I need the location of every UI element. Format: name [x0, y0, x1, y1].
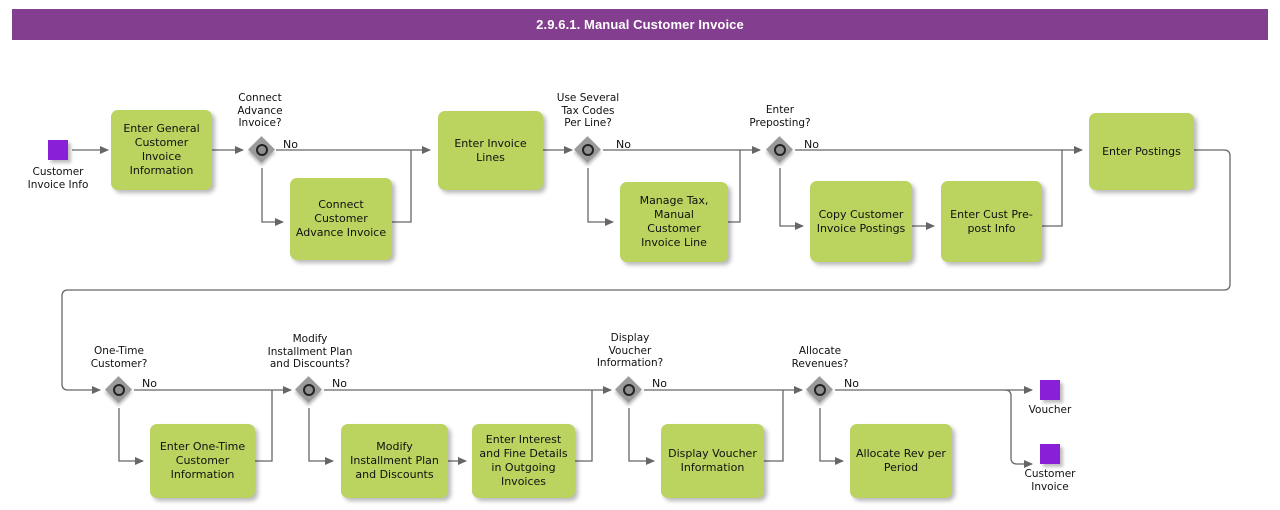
gateway-use-several-tax-codes-per-line[interactable] — [574, 136, 601, 163]
gateway-allocate-revenues[interactable] — [806, 376, 833, 403]
task-manage-tax-manual-customer-invoice-line[interactable]: Manage Tax, Manual Customer Invoice Line — [620, 182, 728, 262]
gateway-circle-icon — [113, 384, 125, 396]
task-enter-invoice-lines[interactable]: Enter Invoice Lines — [438, 111, 543, 190]
gateway-one-time-customer-branch-no: No — [142, 377, 157, 390]
task-copy-customer-invoice-postings[interactable]: Copy Customer Invoice Postings — [810, 181, 912, 262]
gateway-use-several-tax-codes-per-line-label: Use Several Tax Codes Per Line? — [556, 92, 620, 129]
gateway-circle-icon — [814, 384, 826, 396]
gateway-one-time-customer-label: One-Time Customer? — [90, 345, 148, 370]
start-event-customer-invoice-info[interactable] — [48, 140, 68, 160]
end-event-voucher-label: Voucher — [1028, 404, 1072, 416]
task-connect-customer-advance-invoice[interactable]: Connect Customer Advance Invoice — [290, 178, 392, 260]
end-event-customer-invoice[interactable] — [1040, 444, 1060, 464]
gateway-connect-advance-invoice-label: Connect Advance Invoice? — [237, 92, 283, 129]
start-event-customer-invoice-info-label: Customer Invoice Info — [27, 166, 89, 191]
task-enter-interest-and-fine-details-in-outgoing-invoices[interactable]: Enter Interest and Fine Details in Outgo… — [472, 424, 575, 498]
gateway-display-voucher-information-label: Display Voucher Information? — [596, 332, 664, 369]
gateway-circle-icon — [623, 384, 635, 396]
task-enter-postings[interactable]: Enter Postings — [1089, 113, 1194, 190]
task-enter-one-time-customer-information[interactable]: Enter One-Time Customer Information — [150, 424, 255, 498]
gateway-connect-advance-invoice-branch-no: No — [283, 138, 298, 151]
gateway-modify-installment-plan-branch-no: No — [332, 377, 347, 390]
gateway-circle-icon — [256, 144, 268, 156]
task-modify-installment-plan-and-discounts[interactable]: Modify Installment Plan and Discounts — [341, 424, 448, 498]
gateway-enter-preposting[interactable] — [766, 136, 793, 163]
gateway-allocate-revenues-branch-no: No — [844, 377, 859, 390]
task-allocate-rev-per-period[interactable]: Allocate Rev per Period — [850, 424, 952, 498]
task-display-voucher-information[interactable]: Display Voucher Information — [661, 424, 764, 498]
gateway-enter-preposting-label: Enter Preposting? — [749, 104, 811, 129]
gateway-display-voucher-information[interactable] — [615, 376, 642, 403]
diagram-canvas: 2.9.6.1. Manual Customer Invoice Custome… — [0, 0, 1280, 510]
page-title: 2.9.6.1. Manual Customer Invoice — [12, 9, 1268, 40]
gateway-enter-preposting-branch-no: No — [804, 138, 819, 151]
gateway-display-voucher-information-branch-no: No — [652, 377, 667, 390]
gateway-modify-installment-plan-and-discounts-label: Modify Installment Plan and Discounts? — [267, 333, 353, 370]
gateway-circle-icon — [582, 144, 594, 156]
gateway-use-several-tax-codes-branch-no: No — [616, 138, 631, 151]
task-enter-cust-prepost-info[interactable]: Enter Cust Pre- post Info — [941, 181, 1042, 262]
gateway-allocate-revenues-label: Allocate Revenues? — [791, 345, 849, 370]
task-enter-general-customer-invoice-information[interactable]: Enter General Customer Invoice Informati… — [111, 110, 212, 190]
gateway-circle-icon — [303, 384, 315, 396]
gateway-connect-advance-invoice[interactable] — [248, 136, 275, 163]
gateway-one-time-customer[interactable] — [105, 376, 132, 403]
gateway-circle-icon — [774, 144, 786, 156]
end-event-voucher[interactable] — [1040, 380, 1060, 400]
end-event-customer-invoice-label: Customer Invoice — [1024, 468, 1076, 493]
gateway-modify-installment-plan-and-discounts[interactable] — [295, 376, 322, 403]
